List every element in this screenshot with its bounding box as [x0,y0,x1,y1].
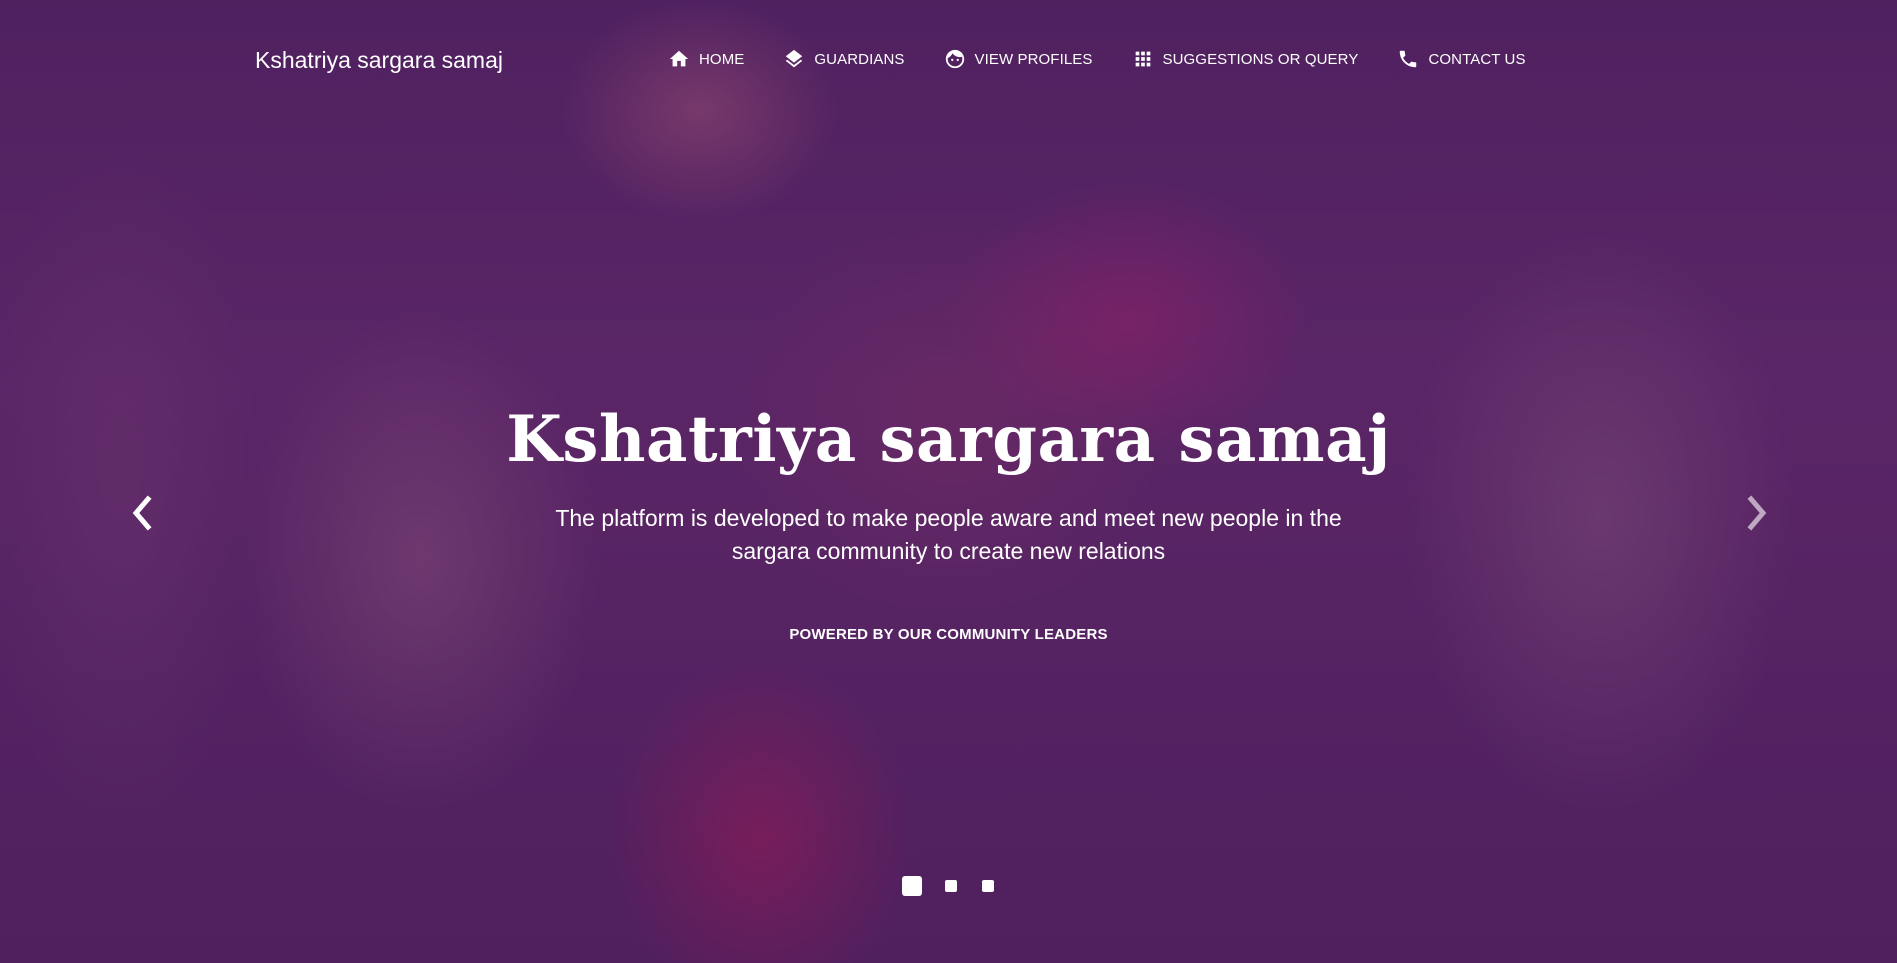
navbar: Kshatriya sargara samaj HOME GUARDIANS V… [0,0,1897,124]
nav-item-home[interactable]: HOME [668,48,744,70]
home-icon [669,50,689,67]
nav-item-guardians[interactable]: GUARDIANS [783,48,904,70]
nav-item-label: GUARDIANS [814,50,905,68]
nav-menu: HOME GUARDIANS VIEW PROFILES SUGGESTIONS… [668,48,1526,70]
nav-item-suggestions[interactable]: SUGGESTIONS OR QUERY [1132,48,1359,70]
hero-caption: Kshatriya sargara samaj The platform is … [0,400,1897,643]
carousel-indicator-3[interactable] [982,880,994,892]
carousel-indicators [902,876,994,896]
nav-item-label: SUGGESTIONS OR QUERY [1162,50,1359,68]
powered-by-text: POWERED BY OUR COMMUNITY LEADERS [789,626,1108,643]
hero-title: Kshatriya sargara samaj [506,402,1391,477]
face-icon [945,49,964,69]
brand-link[interactable]: Kshatriya sargara samaj [255,47,503,74]
carousel-indicator-1[interactable] [902,876,922,896]
nav-item-label: VIEW PROFILES [974,50,1093,68]
carousel-next-button[interactable] [1737,493,1777,533]
nav-item-view-profiles[interactable]: VIEW PROFILES [944,48,1093,70]
carousel-indicator-2[interactable] [945,880,957,892]
chevron-right-icon [1747,495,1767,531]
chevron-left-icon [132,495,152,531]
layers-icon [786,49,803,68]
hero-carousel: Kshatriya sargara samaj HOME GUARDIANS V… [0,0,1897,963]
apps-grid-icon [1135,51,1150,67]
nav-item-label: CONTACT US [1428,50,1526,68]
phone-icon [1400,50,1417,68]
hero-subtitle: The platform is developed to make people… [555,505,1342,564]
nav-item-label: HOME [699,50,745,68]
nav-item-contact[interactable]: CONTACT US [1397,48,1525,70]
carousel-prev-button[interactable] [122,493,162,533]
